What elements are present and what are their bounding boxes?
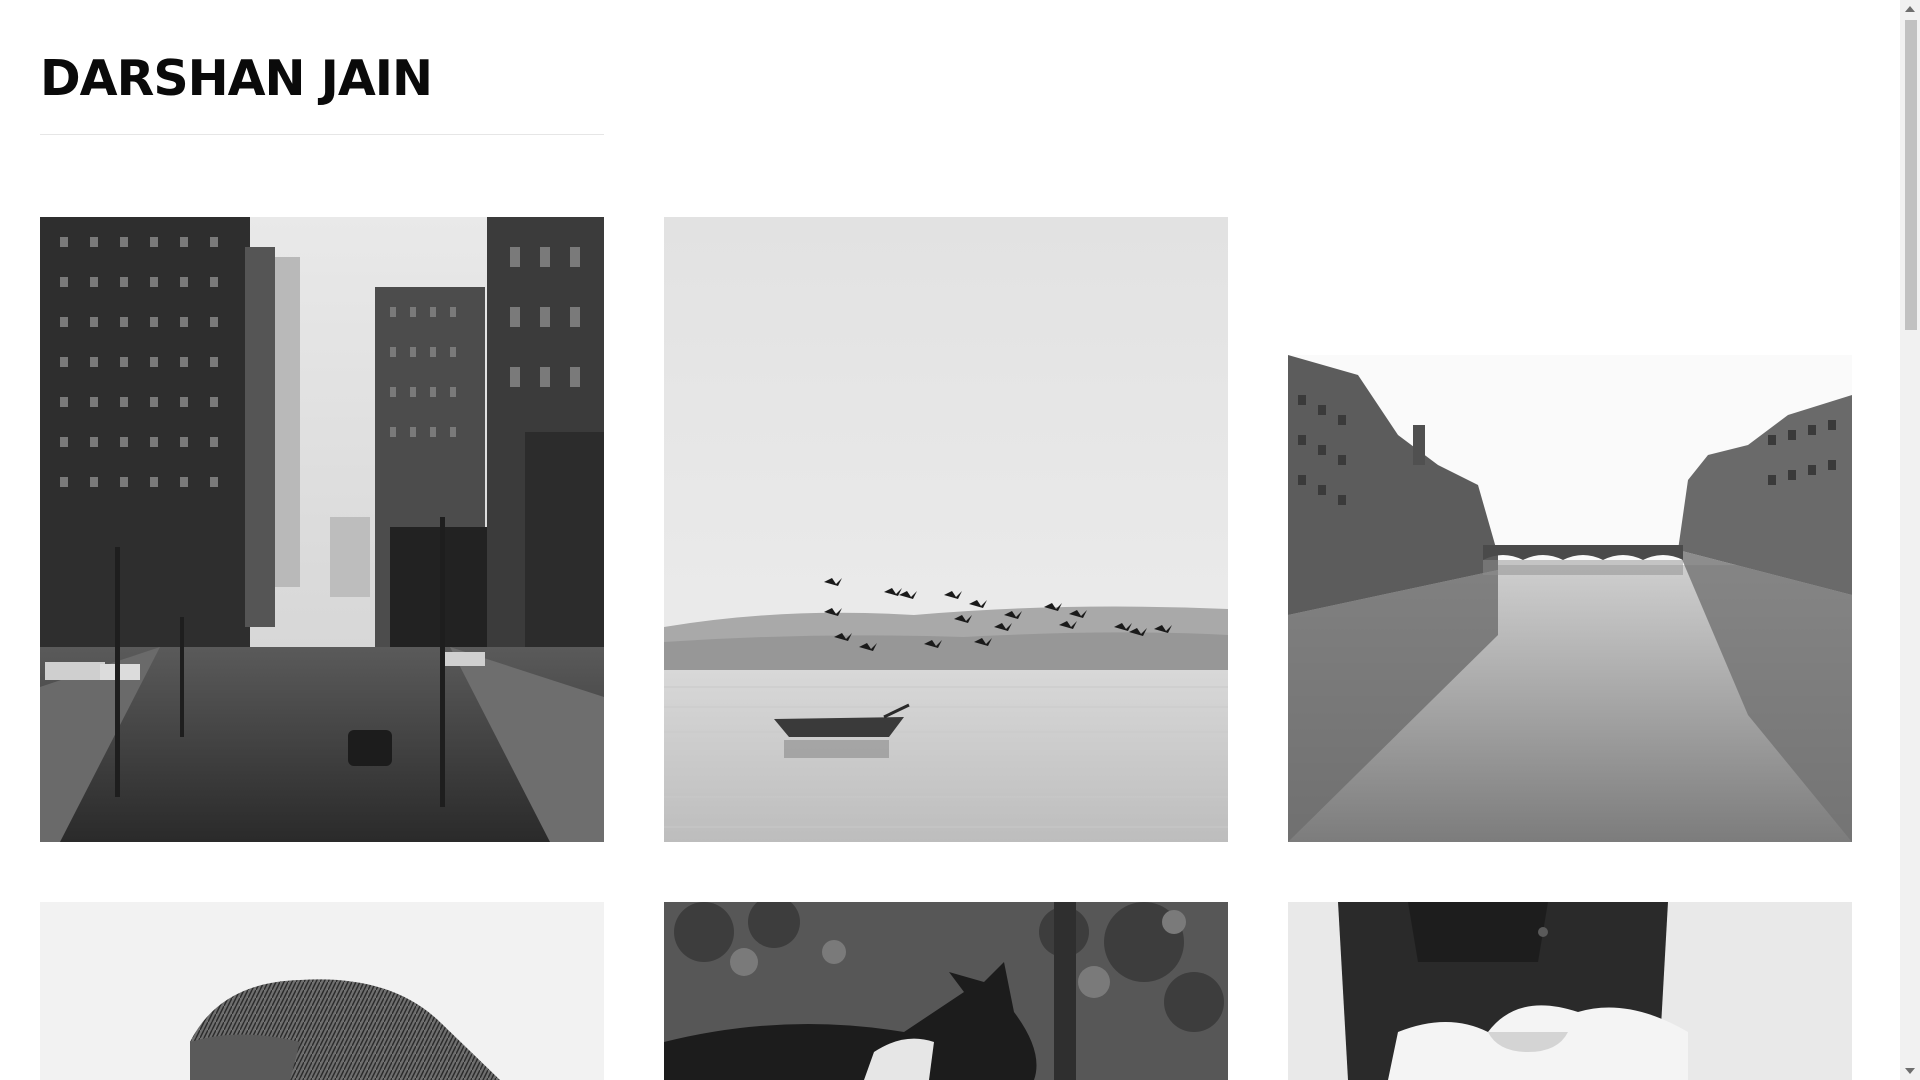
gallery-photo-lake-boat-birds[interactable] xyxy=(664,217,1228,842)
portfolio-page: DARSHAN JAIN xyxy=(0,0,1920,1080)
scroll-up-arrow-icon[interactable] xyxy=(1905,6,1915,12)
river-bridge-photo xyxy=(1288,355,1852,842)
white-bow-photo xyxy=(1288,902,1852,1080)
gallery-photo-person-flat-cap[interactable] xyxy=(40,902,604,1080)
gallery-photo-city-street[interactable] xyxy=(40,217,604,842)
flat-cap-photo xyxy=(40,902,604,1080)
city-street-photo xyxy=(40,217,604,842)
page-scrollbar[interactable] xyxy=(1900,0,1920,1080)
gallery-photo-person-white-bow[interactable] xyxy=(1288,902,1852,1080)
scroll-down-arrow-icon[interactable] xyxy=(1905,1068,1915,1074)
gallery-photo-horse[interactable] xyxy=(664,902,1228,1080)
site-header: DARSHAN JAIN xyxy=(40,48,604,135)
horse-photo xyxy=(664,902,1228,1080)
gallery-photo-river-bridge[interactable] xyxy=(1288,355,1852,842)
lake-boat-photo xyxy=(664,217,1228,842)
site-title[interactable]: DARSHAN JAIN xyxy=(40,48,604,110)
header-divider xyxy=(40,134,604,135)
scroll-thumb[interactable] xyxy=(1905,20,1917,330)
